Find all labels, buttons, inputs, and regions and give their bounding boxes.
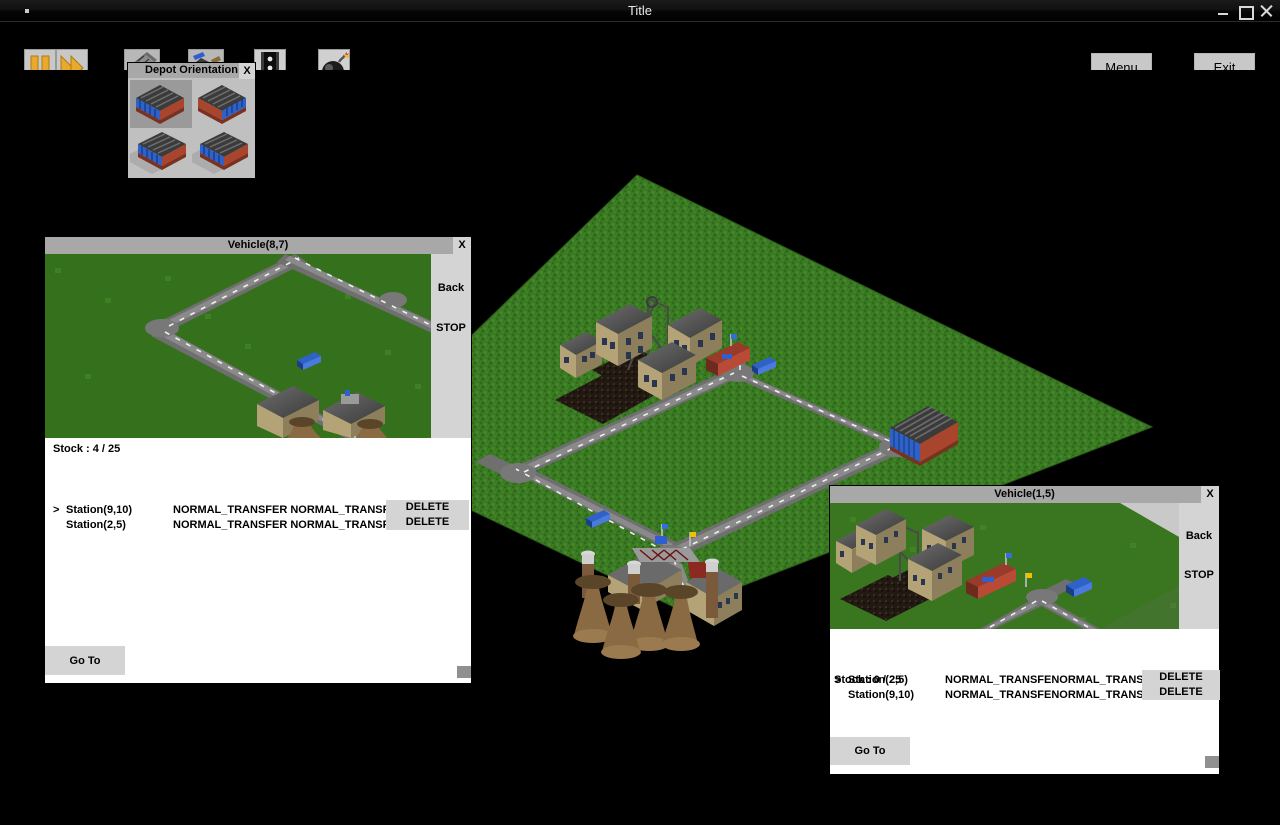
depot-orientation-cell-2[interactable] — [130, 128, 192, 176]
depot-sprite-icon — [192, 80, 254, 128]
depot-orientation-grid — [128, 78, 255, 178]
vehicle-window-1-scroll-thumb[interactable] — [457, 666, 471, 678]
vehicle-window-1-order-0-station[interactable]: Station(9,10) — [66, 504, 132, 516]
depot-window-close-button[interactable]: X — [239, 63, 255, 79]
vehicle-window-1-order-0-marker: > — [53, 504, 60, 516]
vehicle-window-2-order-1-delete-button[interactable]: DELETE — [1142, 685, 1220, 700]
vehicle-window-1-close-button[interactable]: X — [453, 237, 471, 254]
vehicle-window-2-controls: Back STOP — [1179, 503, 1219, 629]
vehicle-window-1-map — [45, 254, 471, 438]
os-titlebar: Title — [0, 0, 1280, 22]
vehicle-window-2-title: Vehicle(1,5) X — [830, 486, 1219, 503]
depot-orientation-cell-1[interactable] — [192, 80, 254, 128]
close-icon[interactable] — [1260, 4, 1274, 18]
vehicle-window-2-back-button[interactable]: Back — [1179, 530, 1219, 542]
vehicle-window-1-stop-button[interactable]: STOP — [431, 322, 471, 334]
vehicle-window-1-order-0-delete-button[interactable]: DELETE — [386, 500, 469, 515]
depot-sprite-icon — [130, 128, 192, 176]
vehicle-window-1-goto-button[interactable]: Go To — [45, 646, 125, 675]
vehicle-window-2-goto-button[interactable]: Go To — [830, 737, 910, 765]
minimize-icon[interactable] — [1216, 4, 1230, 18]
vehicle-window-8-7[interactable]: Vehicle(8,7) X Back STOP Stock: 4 / 25 … — [44, 236, 472, 683]
vehicle-window-1-order-1-delete-button[interactable]: DELETE — [386, 515, 469, 530]
depot-window-title: Depot Orientation X — [128, 63, 255, 79]
depot-orientation-window[interactable]: Depot Orientation X — [127, 62, 256, 179]
vehicle-window-2-close-button[interactable]: X — [1201, 486, 1219, 503]
vehicle-window-2-orders-panel: Stock : 0 / 25 > Station(2,5) NORMAL_TRA… — [830, 629, 1220, 774]
window-title: Title — [627, 3, 653, 18]
vehicle-window-2-order-0-flags[interactable]: NORMAL_TRANSFENORMAL_TRANSFE — [945, 674, 1158, 686]
vehicle-window-2-map — [830, 503, 1219, 629]
depot-sprite-icon — [192, 128, 254, 176]
vehicle-window-1-back-button[interactable]: Back — [431, 282, 471, 294]
vehicle-window-2-order-0-marker: > — [835, 674, 842, 686]
depot-orientation-cell-3[interactable] — [192, 128, 254, 176]
maximize-icon[interactable] — [1238, 4, 1254, 20]
depot-sprite-icon — [130, 80, 192, 128]
depot-window-title-text: Depot Orientation — [145, 64, 238, 76]
vehicle-window-1-viewport[interactable]: Back STOP — [45, 254, 471, 438]
vehicle-window-2-title-text: Vehicle(1,5) — [994, 488, 1055, 500]
vehicle-window-2-order-0-station[interactable]: Station(2,5) — [848, 674, 908, 686]
window-controls — [1216, 0, 1274, 22]
status-bar: 23rd Jan 1950 - - Michel Transport - - 7… — [0, 792, 1280, 825]
vehicle-window-1-order-1-station[interactable]: Station(2,5) — [66, 519, 126, 531]
vehicle-window-1-order-0-flags[interactable]: NORMAL_TRANSFER NORMAL_TRANSFER — [173, 504, 405, 516]
vehicle-window-1-orders-panel: Stock : 4 / 25 > Station(9,10) NORMAL_TR… — [45, 438, 471, 683]
vehicle-window-1-stock-label: Stock : 4 / 25 — [53, 443, 121, 455]
vehicle-window-1-order-1-flags[interactable]: NORMAL_TRANSFER NORMAL_TRANSFER — [173, 519, 405, 531]
vehicle-window-2-order-0-delete-button[interactable]: DELETE — [1142, 670, 1220, 685]
vehicle-window-1-5[interactable]: Vehicle(1,5) X Back STOP Stock: 0 / 25 … — [829, 485, 1220, 774]
vehicle-window-2-scroll-thumb[interactable] — [1205, 756, 1219, 768]
vehicle-window-2-viewport[interactable]: Back STOP — [830, 503, 1219, 629]
vehicle-window-1-title-text: Vehicle(8,7) — [227, 239, 289, 251]
depot-orientation-cell-0[interactable] — [130, 80, 192, 128]
vehicle-window-2-order-1-flags[interactable]: NORMAL_TRANSFENORMAL_TRANSFE — [945, 689, 1158, 701]
vehicle-window-2-order-1-station[interactable]: Station(9,10) — [848, 689, 914, 701]
vehicle-window-1-controls: Back STOP — [431, 254, 471, 438]
app-root: Title Menu Exit Depot Orientation X Vehi… — [0, 0, 1280, 825]
vehicle-window-2-stop-button[interactable]: STOP — [1179, 569, 1219, 581]
vehicle-window-1-title: Vehicle(8,7) X — [45, 237, 471, 254]
